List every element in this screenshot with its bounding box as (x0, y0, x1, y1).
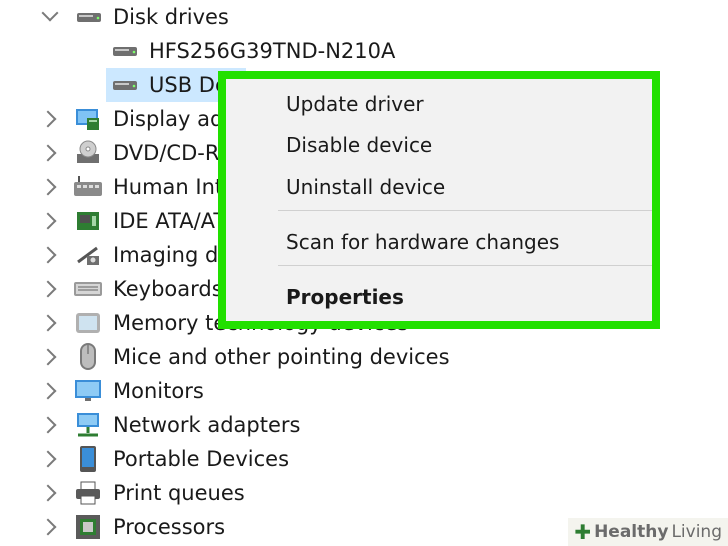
dvd-drive-icon (73, 138, 103, 168)
mouse-icon (73, 342, 103, 372)
tree-item-label: Network adapters (113, 413, 301, 437)
tree-item-category[interactable]: Print queues (0, 476, 728, 510)
chevron-right-icon[interactable] (39, 382, 57, 400)
disk-drive-icon (74, 2, 104, 32)
chevron-right-icon[interactable] (39, 280, 57, 298)
chevron-right-icon[interactable] (39, 144, 57, 162)
ide-controller-icon (73, 206, 103, 236)
tree-item-label: Print queues (113, 481, 245, 505)
tree-item-category[interactable]: Monitors (0, 374, 728, 408)
chevron-right-icon[interactable] (39, 484, 57, 502)
network-icon (73, 410, 103, 440)
tree-item-label: Keyboards (113, 277, 223, 301)
tree-item-label: Portable Devices (113, 447, 290, 471)
chevron-right-icon[interactable] (39, 518, 57, 536)
disk-drive-icon (110, 36, 140, 66)
tree-item-label: Disk drives (113, 5, 229, 29)
chevron-right-icon[interactable] (39, 178, 57, 196)
monitor-icon (73, 376, 103, 406)
highlight-outline (218, 71, 660, 329)
tree-item-category[interactable]: Network adapters (0, 408, 728, 442)
chevron-right-icon[interactable] (39, 212, 57, 230)
memory-icon (73, 308, 103, 338)
tree-item-label: IDE ATA/AT (113, 209, 227, 233)
chevron-down-icon[interactable] (41, 4, 59, 22)
keyboard-icon (73, 274, 103, 304)
watermark-logo: ✚ Healthy Living (568, 518, 728, 546)
chevron-right-icon[interactable] (39, 246, 57, 264)
camera-icon (73, 240, 103, 270)
tree-item-label: Imaging d (113, 243, 219, 267)
tree-item-label: Mice and other pointing devices (113, 345, 450, 369)
tree-item-category[interactable]: Portable Devices (0, 442, 728, 476)
tree-item-label: HFS256G39TND-N210A (149, 39, 396, 63)
chevron-right-icon[interactable] (39, 450, 57, 468)
tree-item-disk-hfs[interactable]: HFS256G39TND-N210A (0, 34, 728, 68)
display-adapter-icon (73, 104, 103, 134)
watermark-brand: Healthy (594, 522, 669, 542)
human-interface-icon (73, 172, 103, 202)
tree-item-label: DVD/CD-R (113, 141, 220, 165)
processor-icon (73, 512, 103, 542)
chevron-right-icon[interactable] (39, 416, 57, 434)
printer-icon (73, 478, 103, 508)
tree-item-disk-drives[interactable]: Disk drives (0, 0, 728, 34)
portable-device-icon (73, 444, 103, 474)
disk-drive-icon (110, 70, 140, 100)
chevron-right-icon[interactable] (39, 348, 57, 366)
chevron-right-icon[interactable] (39, 110, 57, 128)
plus-icon: ✚ (574, 520, 592, 544)
watermark-brand-2: Living (671, 522, 722, 542)
tree-item-category[interactable]: Mice and other pointing devices (0, 340, 728, 374)
tree-item-label: Monitors (113, 379, 204, 403)
tree-item-label: Human Int (113, 175, 224, 199)
tree-item-label: Processors (113, 515, 226, 539)
chevron-right-icon[interactable] (39, 314, 57, 332)
tree-item-label: USB De (149, 73, 228, 97)
tree-item-label: Display ad (113, 107, 224, 131)
